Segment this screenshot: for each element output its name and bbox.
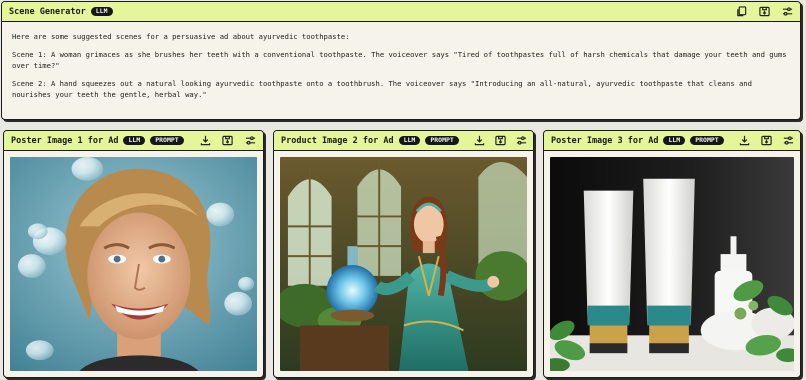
- panel-title: Scene Generator: [9, 6, 86, 17]
- save-icon[interactable]: [760, 134, 772, 147]
- poster-image-3-panel: Poster Image 3 for Ad LLM PROMPT: [543, 130, 801, 378]
- prompt-badge: PROMPT: [150, 135, 184, 146]
- poster-image-3[interactable]: [550, 157, 794, 371]
- prompt-badge: PROMPT: [425, 135, 459, 146]
- poster-image-1-panel: Poster Image 1 for Ad LLM PROMPT: [3, 130, 264, 378]
- panel-title: Poster Image 1 for Ad: [11, 135, 119, 146]
- scene-generator-header: Scene Generator LLM: [2, 2, 800, 22]
- settings-sliders-icon[interactable]: [781, 5, 794, 18]
- save-icon[interactable]: [221, 134, 234, 147]
- settings-sliders-icon[interactable]: [244, 134, 257, 147]
- product-image-2-panel: Product Image 2 for Ad LLM PROMPT: [273, 130, 534, 378]
- settings-sliders-icon[interactable]: [516, 134, 527, 147]
- product-image-2-header: Product Image 2 for Ad LLM PROMPT: [274, 131, 533, 151]
- panel-title: Poster Image 3 for Ad: [551, 135, 659, 146]
- save-icon[interactable]: [495, 134, 506, 147]
- llm-badge: LLM: [398, 135, 421, 146]
- llm-badge: LLM: [663, 135, 686, 146]
- scene-generator-panel: Scene Generator LLM Here are some sugges…: [1, 1, 801, 120]
- poster-image-1[interactable]: [10, 157, 257, 371]
- poster-image-3-header: Poster Image 3 for Ad LLM PROMPT: [544, 131, 800, 151]
- download-icon[interactable]: [474, 134, 485, 147]
- panel-title: Product Image 2 for Ad: [281, 135, 394, 146]
- poster-image-1-header: Poster Image 1 for Ad LLM PROMPT: [4, 131, 263, 151]
- product-image-2[interactable]: [280, 157, 527, 371]
- settings-sliders-icon[interactable]: [782, 134, 794, 147]
- scene-1-text: Scene 1: A woman grimaces as she brushes…: [12, 50, 787, 70]
- save-icon[interactable]: [758, 5, 771, 18]
- copy-icon[interactable]: [735, 5, 748, 18]
- llm-badge: LLM: [90, 6, 113, 17]
- prompt-badge: PROMPT: [690, 135, 724, 146]
- llm-badge: LLM: [123, 135, 146, 146]
- scene-2-text: Scene 2: A hand squeezes out a natural l…: [12, 79, 752, 99]
- scene-output-text: Here are some suggested scenes for a per…: [2, 22, 800, 100]
- download-icon[interactable]: [199, 134, 212, 147]
- download-icon[interactable]: [739, 134, 751, 147]
- scene-intro: Here are some suggested scenes for a per…: [12, 32, 350, 41]
